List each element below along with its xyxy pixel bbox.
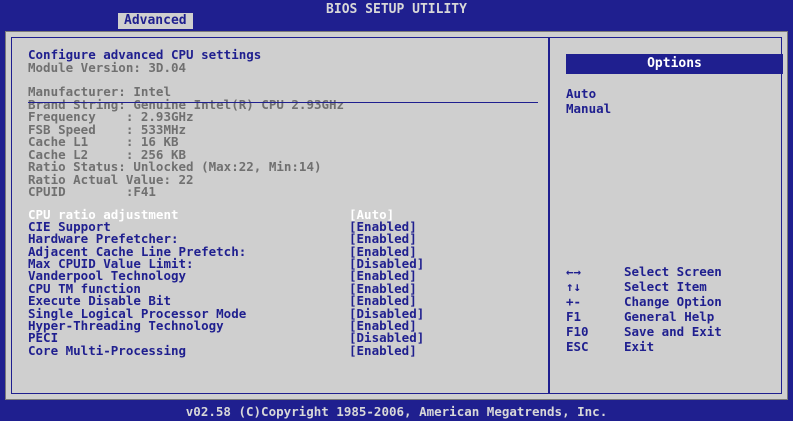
help-panel: Options Auto Manual ←→ Select Screen ↑↓ Sele… (566, 54, 783, 354)
key-label: F10 (566, 324, 589, 339)
setting-label: Hyper-Threading Technology (28, 318, 224, 334)
key-label: ←→ (566, 264, 582, 279)
settings-panel: Configure advanced CPU settings Module V… (28, 48, 538, 358)
key-hint: ESC Exit (566, 339, 783, 354)
option-item[interactable]: Manual (566, 101, 783, 116)
options-header: Options (566, 54, 783, 74)
key-hint: F10 Save and Exit (566, 324, 783, 339)
key-description: General Help (624, 309, 715, 324)
setting-label: Core Multi-Processing (28, 342, 187, 358)
key-description: Save and Exit (624, 324, 722, 339)
key-label: +- (566, 294, 582, 309)
setting-value[interactable]: [Enabled] (349, 344, 417, 357)
key-hint: ↑↓ Select Item (566, 279, 783, 294)
panel-divider (548, 37, 550, 394)
tab-advanced[interactable]: Advanced (118, 13, 193, 29)
key-label: ↑↓ (566, 279, 582, 294)
key-description: Exit (624, 339, 655, 354)
setting-row[interactable]: Hyper-Threading Technology [Enabled] (28, 318, 538, 334)
title-bar: BIOS SETUP UTILITY Advanced (0, 0, 793, 29)
options-list: Auto Manual (566, 86, 783, 116)
key-legend: ←→ Select Screen ↑↓ Select Item +- Change Opt… (566, 264, 783, 354)
main-frame: Configure advanced CPU settings Module V… (5, 31, 788, 400)
key-hint: F1 General Help (566, 309, 783, 324)
option-item[interactable]: Auto (566, 86, 783, 101)
setting-row[interactable]: Core Multi-Processing [Enabled] (28, 342, 538, 358)
copyright-bar: v02.58 (C)Copyright 1985-2006, American … (0, 402, 793, 421)
key-description: Select Item (624, 279, 707, 294)
key-description: Select Screen (624, 264, 722, 279)
key-description: Change Option (624, 294, 722, 309)
heading-underline (28, 102, 538, 103)
key-hint: ←→ Select Screen (566, 264, 783, 279)
module-version: Module Version: 3D.04 (28, 59, 187, 75)
settings-list: CPU ratio adjustment [Auto] CIE Support [En… (28, 208, 538, 358)
key-label: F1 (566, 309, 582, 324)
key-label: ESC (566, 339, 589, 354)
cpu-info-line: CPUID :F41 (28, 184, 156, 199)
key-hint: +- Change Option (566, 294, 783, 309)
